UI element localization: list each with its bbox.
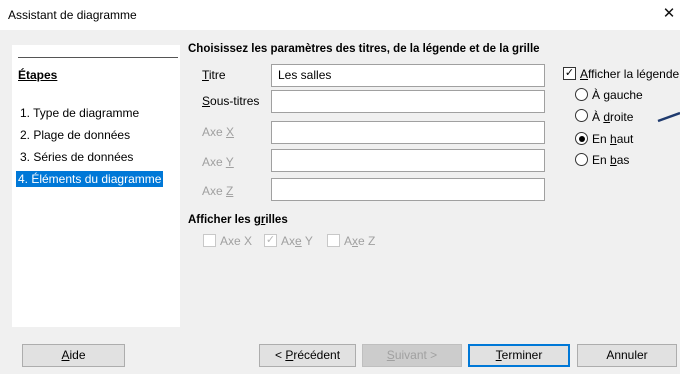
annotation-arrow-icon [657,111,680,123]
step-item-chart-type[interactable]: 1. Type de diagramme [18,105,141,121]
y-axis-input[interactable] [271,149,545,172]
z-axis-label: Axe Z [202,184,234,198]
legend-label: Afficher la légende [580,67,680,81]
legend-checkbox[interactable]: ✓ [563,67,576,80]
next-button: Suivant > [362,344,462,367]
y-axis-label: Axe Y [202,155,234,169]
legend-left-radio[interactable] [575,88,588,101]
title-bar: Assistant de diagramme ✕ [0,0,680,31]
legend-bottom-label: En bas [592,153,630,167]
dialog-body: Étapes 1. Type de diagramme 2. Plage de … [0,31,680,374]
subtitle-input[interactable] [271,90,545,113]
legend-top-label: En haut [592,132,634,146]
title-input[interactable]: Les salles [271,64,545,87]
grid-z-checkbox[interactable] [327,234,340,247]
x-axis-input[interactable] [271,121,545,144]
titles-section-heading: Choisissez les paramètres des titres, de… [188,43,540,55]
grid-x-checkbox[interactable] [203,234,216,247]
steps-panel: Étapes 1. Type de diagramme 2. Plage de … [12,45,180,327]
legend-bottom-radio[interactable] [575,153,588,166]
legend-left-label: À gauche [592,88,643,102]
subtitle-label: Sous-titres [202,94,260,108]
steps-divider [18,57,178,58]
grid-y-label: Axe Y [281,234,313,248]
previous-button[interactable]: < Précédent [259,344,356,367]
legend-right-label: À droite [592,110,634,124]
finish-button[interactable]: Terminer [468,344,570,367]
cancel-button[interactable]: Annuler [577,344,677,367]
window-title: Assistant de diagramme [8,8,137,22]
step-item-data-series[interactable]: 3. Séries de données [18,149,135,165]
grid-z-label: Axe Z [344,234,376,248]
x-axis-label: Axe X [202,125,235,139]
step-item-chart-elements[interactable]: 4. Éléments du diagramme [16,171,164,187]
help-button[interactable]: Aide [22,344,125,367]
title-label: Titre [202,68,226,82]
steps-header: Étapes [18,68,58,82]
step-item-data-range[interactable]: 2. Plage de données [18,127,132,143]
z-axis-input[interactable] [271,178,545,201]
legend-right-radio[interactable] [575,109,588,122]
grid-x-label: Axe X [220,234,253,248]
legend-top-radio[interactable] [575,132,588,145]
grids-section-heading: Afficher les grilles [188,214,288,226]
grid-y-checkbox[interactable]: ✓ [264,234,277,247]
close-icon[interactable]: ✕ [662,6,676,22]
